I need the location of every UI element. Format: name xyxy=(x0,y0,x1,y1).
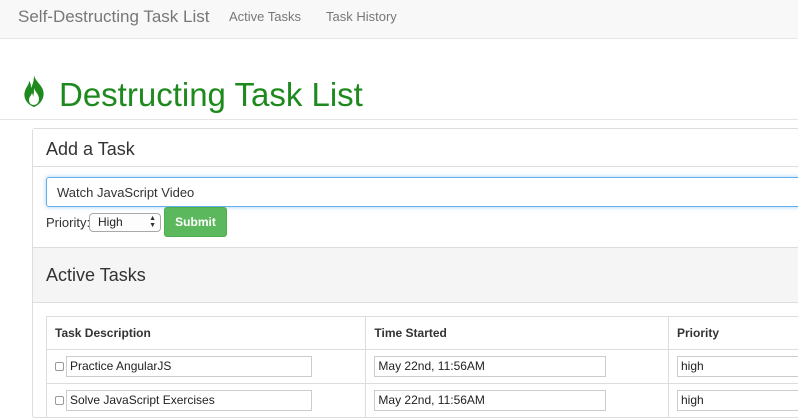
header-divider xyxy=(0,119,798,120)
task-description-cell: Practice AngularJS xyxy=(47,350,366,384)
nav-link-active-tasks[interactable]: Active Tasks xyxy=(229,9,301,25)
column-header-time: Time Started xyxy=(366,317,669,350)
submit-button[interactable]: Submit xyxy=(164,207,227,237)
task-time-field[interactable]: May 22nd, 11:56AM xyxy=(374,356,606,377)
priority-selected-value: High xyxy=(98,215,123,229)
add-task-title: Add a Task xyxy=(46,138,135,160)
task-complete-checkbox[interactable] xyxy=(55,396,64,405)
priority-label: Priority: xyxy=(46,215,90,231)
priority-select[interactable]: High ▲▼ xyxy=(89,213,161,232)
active-tasks-heading: Active Tasks xyxy=(33,247,798,303)
table-row: Solve JavaScript Exercises May 22nd, 11:… xyxy=(47,384,798,418)
add-task-heading: Add a Task xyxy=(33,129,798,167)
task-time-field[interactable]: May 22nd, 11:56AM xyxy=(374,390,606,411)
page-title: Destructing Task List xyxy=(59,76,363,114)
task-complete-checkbox[interactable] xyxy=(55,362,64,371)
column-header-description: Task Description xyxy=(47,317,366,350)
navbar: Self-Destructing Task List Active Tasks … xyxy=(0,0,798,39)
task-priority-field[interactable]: high xyxy=(677,390,798,411)
table-row: Practice AngularJS May 22nd, 11:56AM hig… xyxy=(47,350,798,384)
brand-link[interactable]: Self-Destructing Task List xyxy=(18,7,209,27)
task-time-cell: May 22nd, 11:56AM xyxy=(366,384,669,418)
task-description-cell: Solve JavaScript Exercises xyxy=(47,384,366,418)
task-description-input[interactable] xyxy=(46,177,798,207)
page-header: Destructing Task List xyxy=(0,40,798,120)
column-header-priority: Priority xyxy=(668,317,798,350)
select-arrows-icon: ▲▼ xyxy=(149,215,156,229)
task-priority-cell: high xyxy=(668,384,798,418)
fire-icon xyxy=(19,74,49,108)
active-tasks-table: Task Description Time Started Priority P… xyxy=(46,316,798,418)
task-priority-cell: high xyxy=(668,350,798,384)
task-description-field[interactable]: Solve JavaScript Exercises xyxy=(66,390,312,411)
nav-link-task-history[interactable]: Task History xyxy=(326,9,397,25)
task-priority-field[interactable]: high xyxy=(677,356,798,377)
active-tasks-title: Active Tasks xyxy=(46,264,146,286)
task-description-field[interactable]: Practice AngularJS xyxy=(66,356,312,377)
table-header-row: Task Description Time Started Priority xyxy=(47,317,798,350)
task-time-cell: May 22nd, 11:56AM xyxy=(366,350,669,384)
task-panel: Add a Task Priority: High ▲▼ Submit Acti… xyxy=(32,128,798,418)
